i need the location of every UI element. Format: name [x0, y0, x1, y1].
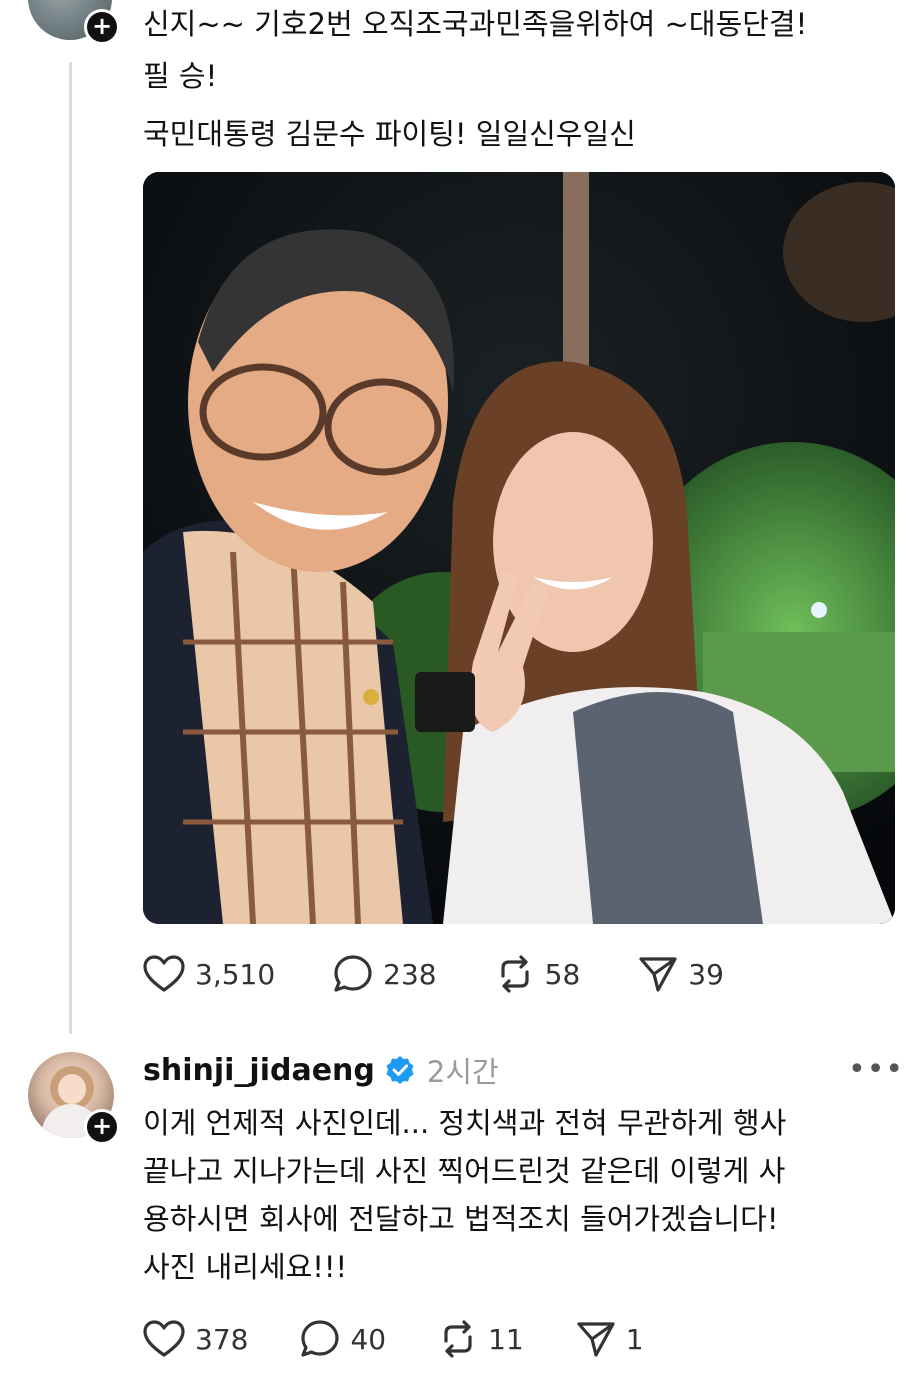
- reply-count: 40: [350, 1322, 387, 1356]
- post1-line: 신지~~ 기호2번 오직조국과민족을위하여 ~대동단결!: [143, 7, 808, 41]
- share-icon: [639, 957, 677, 992]
- post2-line: 용하시면 회사에 전달하고 법적조치 들어가겠습니다!: [143, 1202, 779, 1236]
- thread-connector-line: [69, 62, 72, 1034]
- like-count: 378: [195, 1322, 249, 1356]
- repost-icon: [444, 1320, 472, 1358]
- post1-line: 국민대통령 김문수 파이팅! 일일신우일신: [143, 117, 636, 151]
- follow-plus-icon[interactable]: +: [84, 9, 120, 45]
- post2-actions: 378 40 11 1: [143, 1319, 696, 1359]
- post2-line: 이게 언제적 사진인데... 정치색과 전혀 무관하게 행사: [143, 1106, 787, 1140]
- avatar-face: [58, 1074, 86, 1104]
- share-count: 1: [625, 1322, 644, 1356]
- post1-actions: 3,510 238 58 39: [143, 954, 782, 994]
- threads-page: + 신지~~ 기호2번 오직조국과민족을위하여 ~대동단결! 필 승! 국민대통…: [0, 0, 924, 1388]
- share-button[interactable]: 1: [576, 1319, 644, 1359]
- repost-count: 58: [544, 957, 581, 991]
- heart-icon: [143, 955, 185, 992]
- comment-icon: [334, 955, 372, 992]
- post2-header: shinji_jidaeng 2시간: [143, 1046, 499, 1094]
- post1-line: 필 승!: [143, 59, 218, 93]
- selfie-photo-illustration: [143, 172, 895, 924]
- post2-text: 이게 언제적 사진인데... 정치색과 전혀 무관하게 행사 끝나고 지나가는데…: [143, 1099, 786, 1291]
- comment-icon: [301, 1320, 340, 1357]
- username[interactable]: shinji_jidaeng: [143, 1053, 375, 1088]
- like-count: 3,510: [195, 957, 276, 991]
- heart-icon: [143, 1320, 185, 1357]
- repost-icon: [501, 955, 529, 993]
- post1-text: 신지~~ 기호2번 오직조국과민족을위하여 ~대동단결! 필 승! 국민대통령 …: [143, 0, 807, 160]
- verified-badge-icon: [386, 1056, 414, 1084]
- share-button[interactable]: 39: [638, 954, 724, 994]
- repost-button[interactable]: 11: [438, 1319, 524, 1359]
- reply-button[interactable]: 238: [333, 954, 437, 994]
- reply-count: 238: [383, 957, 437, 991]
- follow-plus-icon[interactable]: +: [84, 1109, 120, 1145]
- repost-button[interactable]: 58: [495, 954, 581, 994]
- post2-line: 사진 내리세요!!!: [143, 1250, 348, 1284]
- repost-count: 11: [488, 1322, 524, 1356]
- like-button[interactable]: 3,510: [143, 955, 275, 993]
- share-icon: [577, 1322, 615, 1357]
- share-count: 39: [688, 957, 724, 991]
- like-button[interactable]: 378: [143, 1320, 248, 1358]
- more-options-icon[interactable]: •••: [848, 1052, 904, 1087]
- post2-line: 끝나고 지나가는데 사진 찍어드린것 같은데 이렇게 사: [143, 1154, 786, 1188]
- post1-photo[interactable]: [143, 172, 895, 924]
- reply-button[interactable]: 40: [300, 1319, 386, 1359]
- post-time: 2시간: [426, 1055, 499, 1089]
